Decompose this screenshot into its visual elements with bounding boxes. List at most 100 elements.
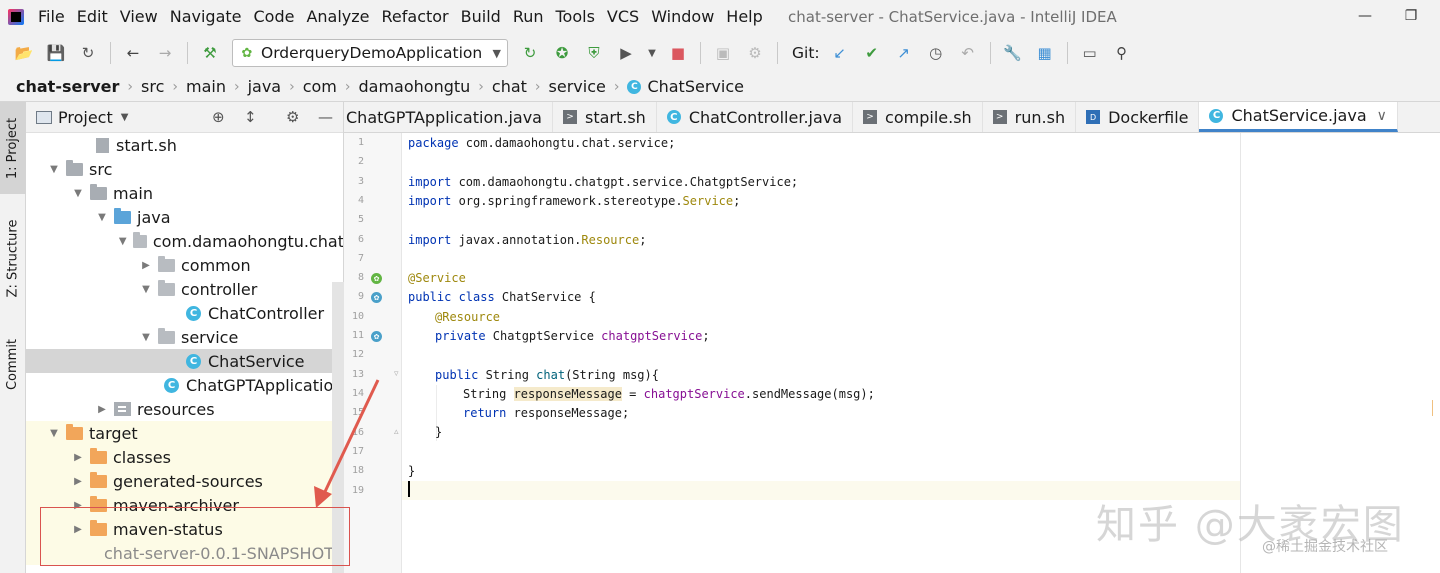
sync-icon[interactable]: ↻ [77, 42, 99, 64]
autowired-gutter-icon[interactable]: ✿ [371, 331, 382, 342]
more-run-chevron-icon[interactable]: ▼ [647, 42, 657, 64]
tree-item-chat-service[interactable]: C ChatService [26, 349, 343, 373]
run-configuration-dropdown[interactable]: ✿ OrderqueryDemoApplication ▼ [232, 39, 508, 67]
breadcrumb-item[interactable]: java [248, 77, 282, 96]
spring-bean-gutter-icon[interactable]: ✿ [371, 292, 382, 303]
tab-compile-sh[interactable]: > compile.sh [853, 102, 983, 132]
breadcrumb-item[interactable]: main [186, 77, 226, 96]
menu-code[interactable]: Code [248, 0, 301, 34]
menu-help[interactable]: Help [720, 0, 768, 34]
expanded-arrow-icon[interactable]: ▼ [140, 332, 152, 343]
profile-icon[interactable]: ▶ [615, 42, 637, 64]
gear-icon[interactable]: ⚙ [286, 108, 299, 126]
tab-start-sh[interactable]: > start.sh [553, 102, 657, 132]
tab-run-sh[interactable]: > run.sh [983, 102, 1077, 132]
menu-file[interactable]: File [32, 0, 71, 34]
breadcrumb-item[interactable]: service [549, 77, 606, 96]
debug-bug-icon[interactable]: ✪ [551, 42, 573, 64]
stop-icon[interactable]: ■ [667, 42, 689, 64]
collapsed-arrow-icon[interactable]: ▶ [140, 260, 152, 271]
presentation-icon[interactable]: ▭ [1079, 42, 1101, 64]
close-tab-icon[interactable]: ∨ [1377, 108, 1387, 124]
breadcrumb-item[interactable]: src [141, 77, 164, 96]
chevron-down-icon[interactable]: ▼ [121, 112, 129, 123]
menu-vcs[interactable]: VCS [601, 0, 645, 34]
collapsed-arrow-icon[interactable]: ▶ [96, 404, 108, 415]
expanded-arrow-icon[interactable]: ▼ [48, 428, 60, 439]
breadcrumb-item[interactable]: chat-server [16, 77, 119, 96]
build-hammer-icon[interactable]: ⚒ [199, 42, 221, 64]
fold-marker-icon[interactable]: ▵ [394, 427, 399, 437]
project-tool-window: Project ▼ ⊕ ↕ ⚙ — start.sh ▼ src ▼ main … [26, 102, 344, 573]
tree-item-java[interactable]: ▼ java [26, 205, 343, 229]
git-push-icon[interactable]: ↗ [893, 42, 915, 64]
expanded-arrow-icon[interactable]: ▼ [72, 188, 84, 199]
tab-chat-service[interactable]: C ChatService.java ∨ [1199, 102, 1398, 132]
docker-file-icon: D [1086, 110, 1101, 124]
code-token: import [408, 233, 452, 247]
code-token: com.damaohongtu.chat.service; [458, 136, 676, 150]
tab-chat-controller[interactable]: C ChatController.java [657, 102, 854, 132]
tree-item-chat-controller[interactable]: C ChatController [26, 301, 343, 325]
search-icon[interactable]: ⚲ [1111, 42, 1133, 64]
menu-run[interactable]: Run [507, 0, 550, 34]
tree-item-target[interactable]: ▼ target [26, 421, 343, 445]
locate-target-icon[interactable]: ⊕ [212, 108, 225, 126]
git-rollback-icon[interactable]: ↶ [957, 42, 979, 64]
attach-debugger-icon[interactable]: ▣ [712, 42, 734, 64]
tree-item-package[interactable]: ▼ com.damaohongtu.chat [26, 229, 343, 253]
menu-build[interactable]: Build [455, 0, 507, 34]
menu-navigate[interactable]: Navigate [164, 0, 248, 34]
open-folder-icon[interactable]: 📂 [13, 42, 35, 64]
hide-panel-icon[interactable]: — [318, 108, 333, 126]
project-structure-icon[interactable]: ▦ [1034, 42, 1056, 64]
menu-edit[interactable]: Edit [71, 0, 114, 34]
rerun-icon[interactable]: ↻ [519, 42, 541, 64]
wrench-icon[interactable]: 🔧 [1002, 42, 1024, 64]
collapsed-arrow-icon[interactable]: ▶ [72, 476, 84, 487]
expanded-arrow-icon[interactable]: ▼ [96, 212, 108, 223]
tree-item-main[interactable]: ▼ main [26, 181, 343, 205]
expanded-arrow-icon[interactable]: ▼ [140, 284, 152, 295]
tree-item-chatgpt-application[interactable]: C ChatGPTApplication [26, 373, 343, 397]
tab-dockerfile[interactable]: D Dockerfile [1076, 102, 1200, 132]
save-all-icon[interactable]: 💾 [45, 42, 67, 64]
breadcrumb-item[interactable]: damaohongtu [359, 77, 471, 96]
spring-bean-gutter-icon[interactable]: ✿ [371, 273, 382, 284]
tree-item-src[interactable]: ▼ src [26, 157, 343, 181]
restore-window-icon[interactable]: ❐ [1398, 4, 1424, 28]
tree-item-controller[interactable]: ▼ controller [26, 277, 343, 301]
settings-gears-icon[interactable]: ⚙ [744, 42, 766, 64]
git-update-icon[interactable]: ↙ [829, 42, 851, 64]
back-arrow-icon[interactable]: ← [122, 42, 144, 64]
collapsed-arrow-icon[interactable]: ▶ [72, 452, 84, 463]
menu-refactor[interactable]: Refactor [376, 0, 455, 34]
tree-item-classes[interactable]: ▶ classes [26, 445, 343, 469]
tree-item-start-sh[interactable]: start.sh [26, 133, 343, 157]
commit-tool-tab[interactable]: Commit [0, 326, 26, 402]
forward-arrow-icon[interactable]: → [154, 42, 176, 64]
coverage-icon[interactable]: ⛨ [583, 42, 605, 64]
tree-item-generated-sources[interactable]: ▶ generated-sources [26, 469, 343, 493]
git-history-clock-icon[interactable]: ◷ [925, 42, 947, 64]
menu-analyze[interactable]: Analyze [300, 0, 375, 34]
collapse-all-icon[interactable]: ↕ [244, 108, 257, 126]
expanded-arrow-icon[interactable]: ▼ [48, 164, 60, 175]
git-commit-check-icon[interactable]: ✔ [861, 42, 883, 64]
tree-item-service[interactable]: ▼ service [26, 325, 343, 349]
menu-tools[interactable]: Tools [550, 0, 601, 34]
tree-item-resources[interactable]: ▶ resources [26, 397, 343, 421]
minimize-icon[interactable]: — [1352, 4, 1378, 28]
breadcrumb-item[interactable]: com [303, 77, 337, 96]
tab-chatgpt-application[interactable]: ChatGPTApplication.java [344, 102, 553, 132]
expanded-arrow-icon[interactable]: ▼ [118, 236, 127, 247]
menu-view[interactable]: View [114, 0, 164, 34]
structure-tool-tab[interactable]: Z: Structure [0, 208, 26, 308]
project-tool-tab[interactable]: 1: Project [0, 102, 26, 194]
tree-item-common[interactable]: ▶ common [26, 253, 343, 277]
breadcrumb-item[interactable]: chat [492, 77, 527, 96]
breadcrumb-item[interactable]: ChatService [647, 77, 744, 96]
project-panel-title[interactable]: Project [58, 108, 113, 127]
menu-window[interactable]: Window [645, 0, 720, 34]
fold-marker-icon[interactable]: ▿ [394, 369, 399, 379]
